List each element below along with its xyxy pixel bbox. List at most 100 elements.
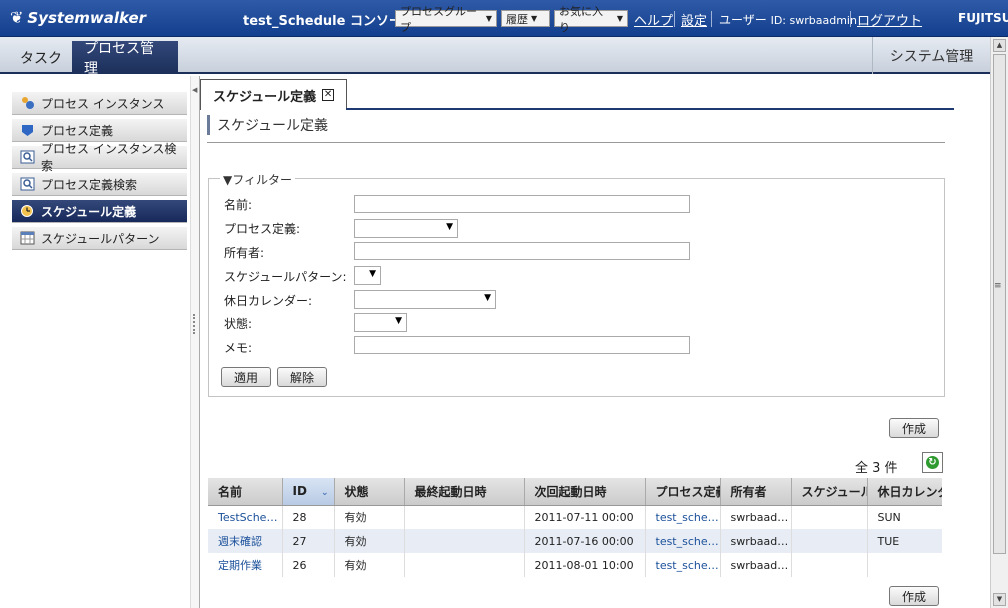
result-count: 全 3 件 bbox=[855, 461, 898, 476]
column-header-owner[interactable]: 所有者 bbox=[720, 478, 792, 506]
create-button-bottom[interactable]: 作成 bbox=[889, 586, 939, 606]
table-cell bbox=[867, 553, 942, 577]
sidebar-item-label: スケジュールパターン bbox=[41, 231, 160, 246]
sort-icon: ⌄ bbox=[320, 488, 329, 499]
collapse-icon[interactable]: ◀ bbox=[192, 86, 197, 94]
vertical-scrollbar[interactable]: ▲ ≡ ▼ bbox=[990, 37, 1008, 608]
column-header-holiday-calendar[interactable]: 休日カレンダー bbox=[867, 478, 942, 506]
scroll-up-icon[interactable]: ▲ bbox=[993, 39, 1006, 52]
sidebar-item-process-definition-search[interactable]: プロセス定義検索 bbox=[12, 172, 187, 196]
clear-button[interactable]: 解除 bbox=[277, 367, 327, 387]
name-input[interactable] bbox=[354, 195, 690, 213]
table-cell: 2011-08-01 10:00 bbox=[524, 553, 646, 577]
process-instance-icon bbox=[20, 96, 35, 110]
table-row[interactable]: 定期作業 26 有効 2011-08-01 10:00 test_schedul… bbox=[208, 553, 942, 577]
process-definition-label: プロセス定義: bbox=[224, 222, 301, 236]
schedule-name-link[interactable]: 定期作業 bbox=[208, 553, 283, 577]
chevron-down-icon: ▼ bbox=[616, 14, 623, 23]
table-cell bbox=[404, 553, 525, 577]
user-info: ユーザー ID: swrbaadmin bbox=[719, 11, 857, 28]
column-header-schedule-pattern[interactable]: スケジュールパターン bbox=[791, 478, 868, 506]
name-label: 名前: bbox=[224, 198, 253, 212]
history-dropdown[interactable]: 履歴 ▼ bbox=[501, 10, 550, 27]
memo-input[interactable] bbox=[354, 336, 690, 354]
status-select[interactable]: ▼ bbox=[354, 313, 407, 332]
schedule-pattern-select[interactable]: ▼ bbox=[354, 266, 381, 285]
scroll-down-icon[interactable]: ▼ bbox=[993, 593, 1006, 606]
sidebar-item-schedule-pattern[interactable]: スケジュールパターン bbox=[12, 226, 187, 250]
sidebar-item-process-definition[interactable]: プロセス定義 bbox=[12, 118, 187, 142]
table-row[interactable]: 週末確認 27 有効 2011-07-16 00:00 test_schedul… bbox=[208, 529, 942, 553]
tab-label: スケジュール定義 bbox=[213, 89, 317, 105]
table-cell: 27 bbox=[282, 529, 335, 553]
column-header-process-definition[interactable]: プロセス定義 bbox=[645, 478, 721, 506]
table-row[interactable]: TestSchedule 28 有効 2011-07-11 00:00 test… bbox=[208, 505, 942, 529]
memo-label: メモ: bbox=[224, 341, 253, 355]
fujitsu-logo: FUJITSU bbox=[958, 11, 1008, 25]
table-cell: 2011-07-16 00:00 bbox=[524, 529, 646, 553]
chevron-down-icon: ▼ bbox=[395, 316, 402, 326]
process-definition-select[interactable]: ▼ bbox=[354, 219, 458, 238]
user-id: ID: swrbaadmin bbox=[770, 14, 857, 27]
favorites-dropdown[interactable]: お気に入り ▼ bbox=[554, 5, 628, 34]
sidebar-item-label: プロセス インスタンス bbox=[41, 96, 165, 111]
sidebar-item-schedule-definition[interactable]: スケジュール定義 bbox=[12, 199, 187, 223]
column-header-status[interactable]: 状態 bbox=[334, 478, 405, 506]
owner-input[interactable] bbox=[354, 242, 690, 260]
filter-panel: ▼フィルター 名前: プロセス定義: ▼ 所有者: スケジュールパターン: ▼ … bbox=[208, 171, 945, 397]
main-nav: タスク プロセス管理 システム管理 bbox=[0, 37, 990, 77]
scroll-grip-icon: ≡ bbox=[994, 281, 1002, 291]
top-bar: ❦ Systemwalker test_Schedule コンソール プロセスグ… bbox=[0, 0, 1008, 37]
holiday-calendar-select[interactable]: ▼ bbox=[354, 290, 496, 309]
process-group-dropdown[interactable]: プロセスグループ ▼ bbox=[395, 5, 497, 34]
table-cell: TUE bbox=[867, 529, 942, 553]
schedule-table: 名前 ID ⌄ 状態 最終起動日時 次回起動日時 プロセス定義 所有者 スケジュー… bbox=[208, 478, 942, 578]
process-definition-link[interactable]: test_schedule bbox=[645, 529, 721, 553]
help-link[interactable]: ヘルプ bbox=[634, 10, 673, 29]
tab-schedule-definition[interactable]: スケジュール定義 ✕ bbox=[200, 79, 347, 110]
sidebar-item-process-instance-search[interactable]: プロセス インスタンス検索 bbox=[12, 142, 187, 173]
column-header-last-run[interactable]: 最終起動日時 bbox=[404, 478, 525, 506]
sidebar-item-label: スケジュール定義 bbox=[41, 204, 137, 219]
calendar-icon bbox=[20, 231, 35, 245]
chevron-down-icon: ▼ bbox=[446, 222, 453, 232]
apply-button[interactable]: 適用 bbox=[221, 367, 271, 387]
sidebar: プロセス インスタンス プロセス定義 プロセス インスタンス検索 プロセス定義検… bbox=[0, 76, 196, 608]
separator bbox=[850, 11, 851, 27]
schedule-name-link[interactable]: TestSchedule bbox=[208, 505, 283, 529]
logo-mark-icon: ❦ bbox=[10, 8, 24, 27]
column-header-next-run[interactable]: 次回起動日時 bbox=[524, 478, 646, 506]
refresh-button[interactable]: ↻ bbox=[922, 452, 943, 473]
table-cell: 2011-07-11 00:00 bbox=[524, 505, 646, 529]
schedule-pattern-label: スケジュールパターン: bbox=[224, 270, 347, 284]
tab-process-management[interactable]: プロセス管理 bbox=[72, 41, 178, 77]
schedule-icon bbox=[20, 204, 35, 218]
logo-text: Systemwalker bbox=[27, 8, 147, 27]
panel-splitter[interactable]: ◀ bbox=[190, 76, 200, 608]
tab-task[interactable]: タスク bbox=[8, 41, 74, 74]
table-cell: SUN bbox=[867, 505, 942, 529]
column-header-name[interactable]: 名前 bbox=[208, 478, 283, 506]
process-definition-link[interactable]: test_schedule bbox=[645, 553, 721, 577]
create-button[interactable]: 作成 bbox=[889, 418, 939, 438]
close-icon[interactable]: ✕ bbox=[322, 89, 335, 101]
sidebar-item-label: プロセス インスタンス検索 bbox=[41, 142, 177, 173]
sidebar-item-process-instance[interactable]: プロセス インスタンス bbox=[12, 91, 187, 115]
schedule-name-link[interactable]: 週末確認 bbox=[208, 529, 283, 553]
table-cell: swrbaadmin bbox=[720, 553, 792, 577]
filter-toggle[interactable]: ▼フィルター bbox=[220, 171, 295, 188]
logout-link[interactable]: ログアウト bbox=[857, 10, 922, 29]
sidebar-item-label: プロセス定義 bbox=[41, 123, 114, 138]
settings-link[interactable]: 設定 bbox=[681, 10, 707, 29]
history-label: 履歴 bbox=[506, 12, 528, 26]
user-label: ユーザー bbox=[719, 13, 767, 27]
table-cell: swrbaadmin bbox=[720, 505, 792, 529]
process-definition-link[interactable]: test_schedule bbox=[645, 505, 721, 529]
column-header-id[interactable]: ID ⌄ bbox=[282, 478, 335, 506]
tab-underline bbox=[346, 108, 954, 110]
tab-system-management[interactable]: システム管理 bbox=[872, 37, 990, 74]
scroll-thumb[interactable] bbox=[993, 54, 1006, 554]
separator bbox=[674, 11, 675, 27]
table-cell: swrbaadmin bbox=[720, 529, 792, 553]
table-cell: 有効 bbox=[334, 529, 405, 553]
